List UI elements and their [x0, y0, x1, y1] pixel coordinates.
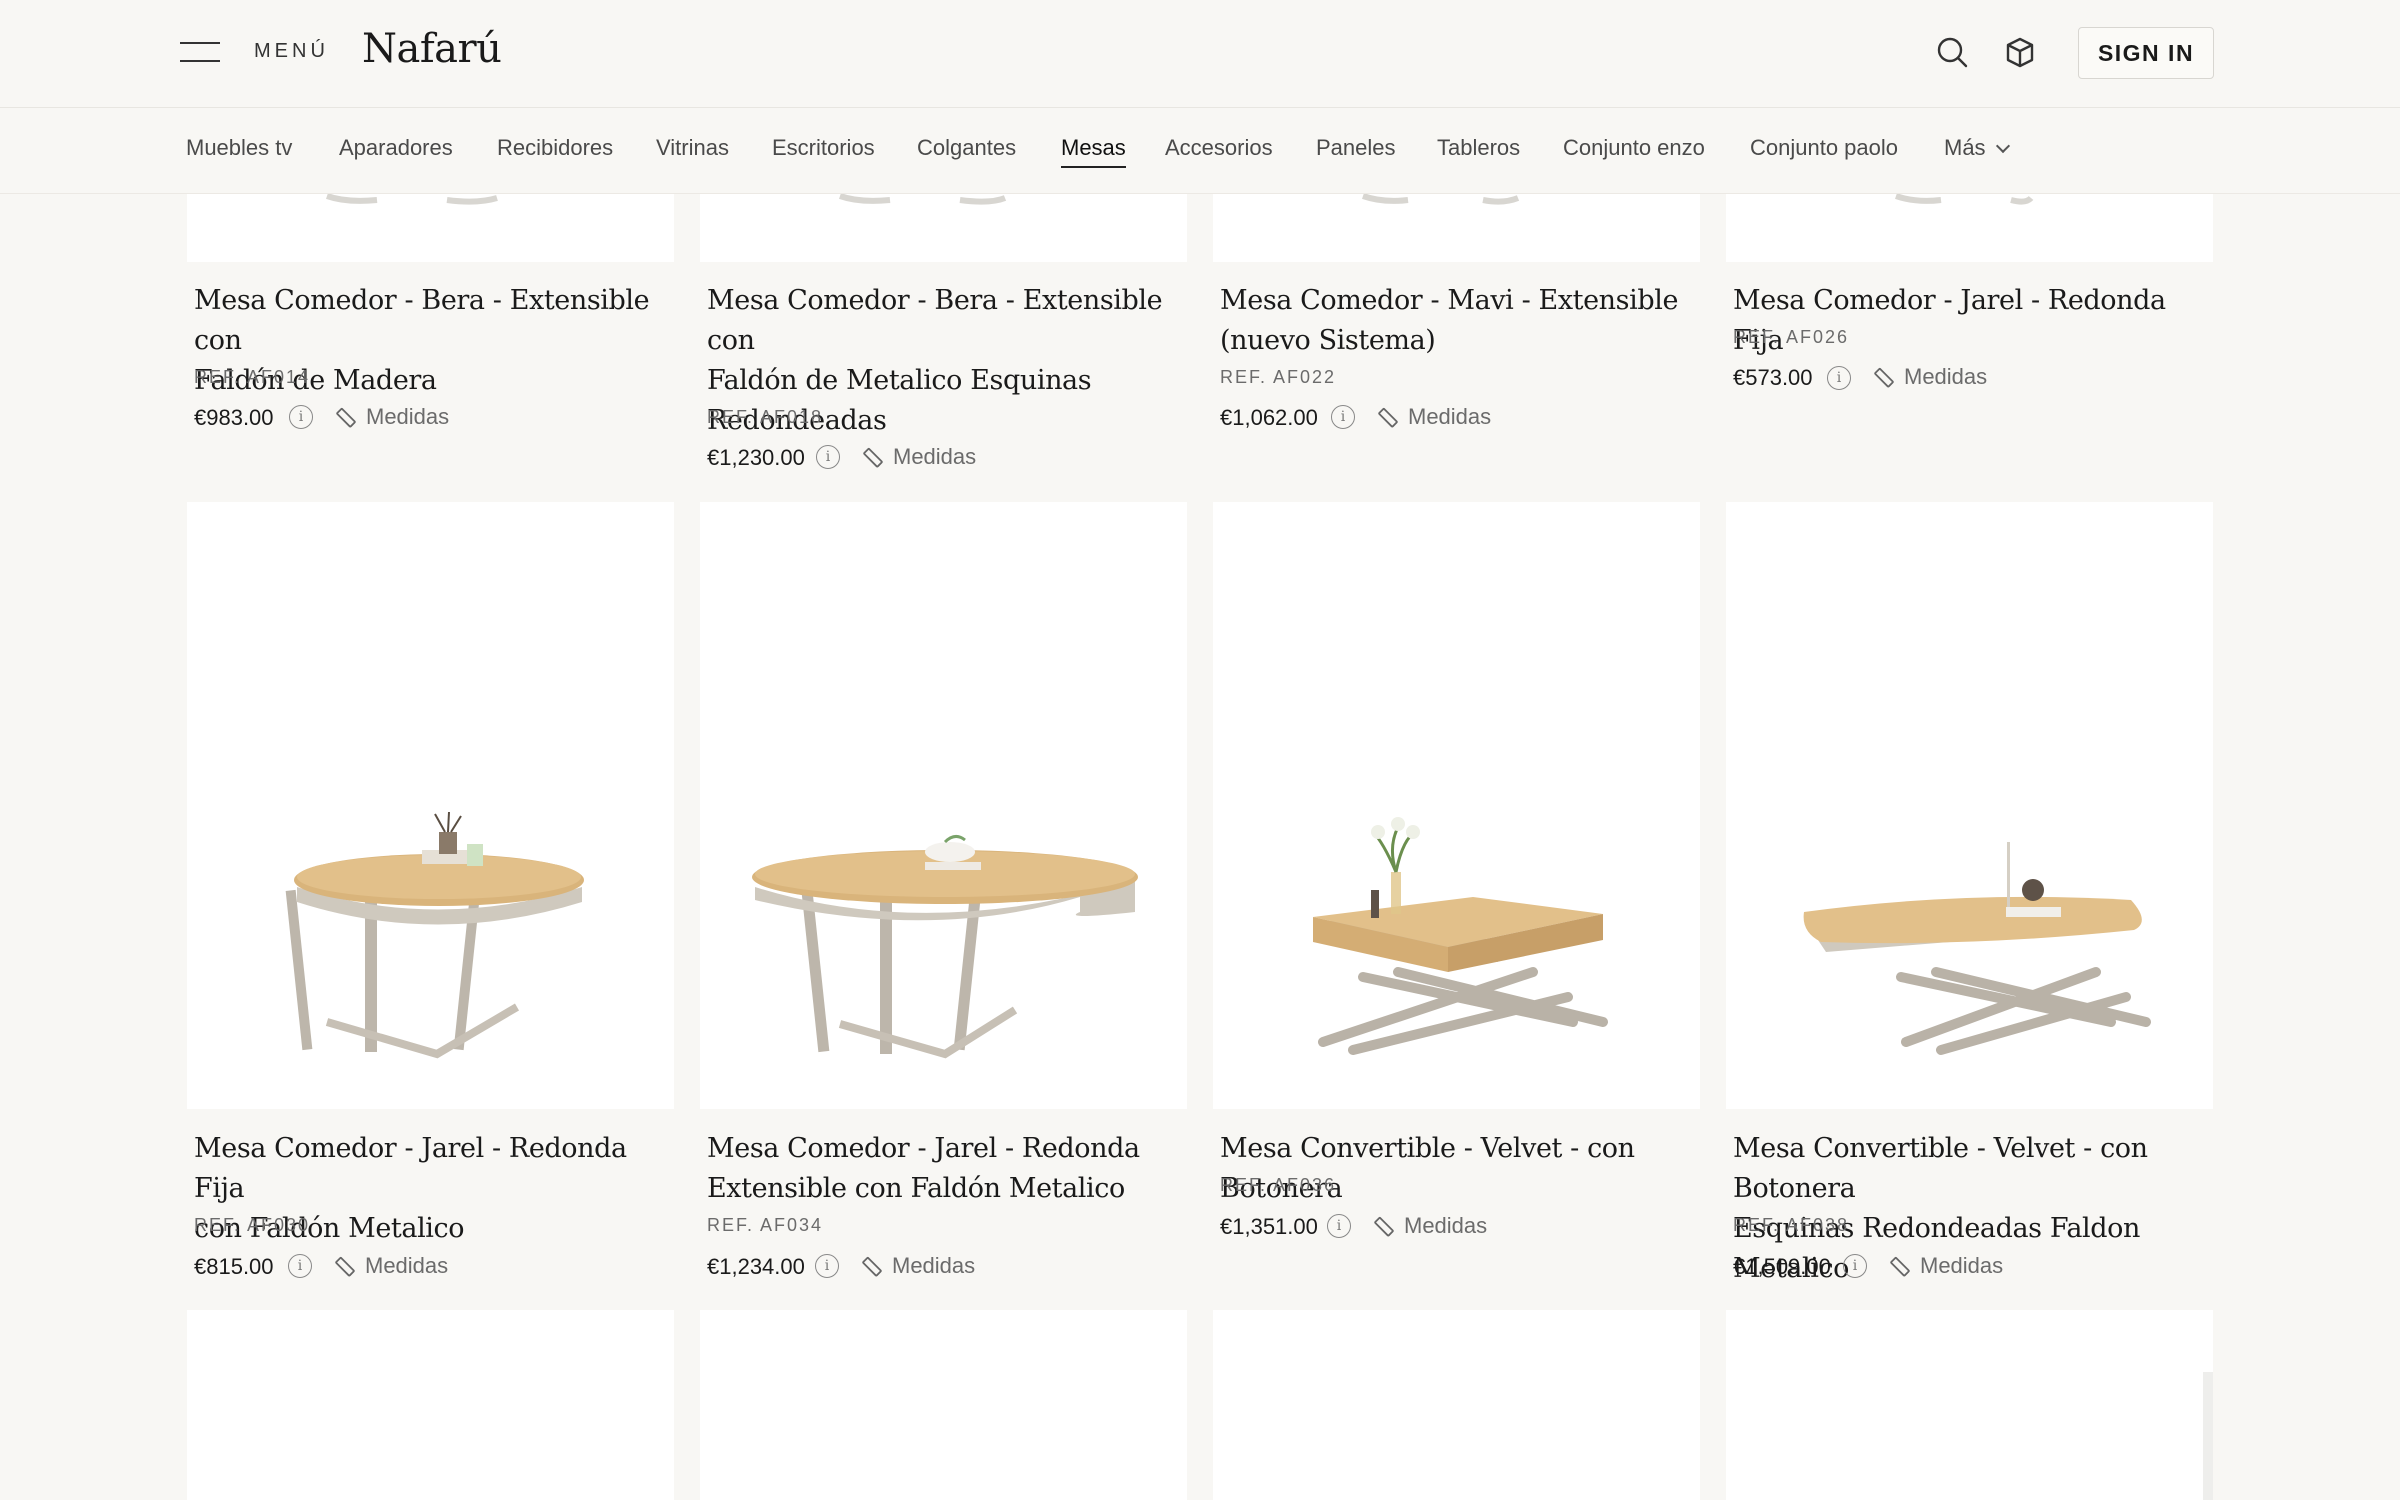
product-image[interactable] [187, 1310, 674, 1500]
nav-conjunto-enzo[interactable]: Conjunto enzo [1563, 135, 1705, 161]
product-ref: REF. AF014 [194, 367, 311, 387]
medidas-link[interactable]: Medidas [860, 1253, 975, 1279]
info-icon[interactable]: i [816, 445, 840, 469]
medidas-link[interactable]: Medidas [334, 404, 449, 430]
product-image[interactable] [1213, 502, 1700, 1109]
product-ref: REF. AF022 [1220, 367, 1337, 387]
product-title[interactable]: Mesa Comedor - Mavi - Extensible (nuevo S… [1220, 281, 1710, 361]
info-icon[interactable]: i [289, 405, 313, 429]
menu-icon[interactable] [180, 40, 220, 66]
ruler-icon [335, 1257, 355, 1277]
product-image[interactable] [1726, 502, 2213, 1109]
nav-muebles-tv[interactable]: Muebles tv [186, 135, 292, 161]
menu-label[interactable]: MENÚ [254, 40, 329, 63]
product-price: €1,509.00 [1733, 1254, 1831, 1279]
category-nav: Muebles tv Aparadores Recibidores Vitrin… [0, 108, 2400, 194]
product-ref: REF. AF026 [1733, 327, 1850, 347]
site-header: MENÚ Nafarú SIGN IN [0, 0, 2400, 108]
info-icon[interactable]: i [1843, 1254, 1867, 1278]
product-image[interactable] [700, 1310, 1187, 1500]
info-icon[interactable]: i [1331, 405, 1355, 429]
info-icon[interactable]: i [1327, 1214, 1351, 1238]
medidas-link[interactable]: Medidas [1376, 404, 1491, 430]
nav-colgantes[interactable]: Colgantes [917, 135, 1016, 161]
ruler-icon [336, 408, 356, 428]
ruler-icon [863, 448, 883, 468]
medidas-link[interactable]: Medidas [1872, 364, 1987, 390]
product-title[interactable]: Mesa Convertible - Velvet - con Botonera [1220, 1129, 1710, 1209]
info-icon[interactable]: i [288, 1254, 312, 1278]
product-price: €983.00 [194, 405, 274, 430]
product-price: €1,062.00 [1220, 405, 1318, 430]
medidas-link[interactable]: Medidas [333, 1253, 448, 1279]
nav-more[interactable]: Más [1944, 135, 2010, 161]
nav-tableros[interactable]: Tableros [1437, 135, 1520, 161]
product-ref: REF. AF030 [194, 1215, 311, 1235]
chevron-down-icon [1995, 138, 2010, 154]
nav-mesas[interactable]: Mesas [1061, 135, 1126, 161]
info-icon[interactable]: i [1827, 366, 1851, 390]
nav-vitrinas[interactable]: Vitrinas [656, 135, 729, 161]
medidas-link[interactable]: Medidas [1372, 1213, 1487, 1239]
product-image[interactable] [1213, 1310, 1700, 1500]
ruler-icon [1890, 1257, 1910, 1277]
product-price: €1,230.00 [707, 445, 805, 470]
product-image[interactable] [700, 502, 1187, 1109]
medidas-link[interactable]: Medidas [1888, 1253, 2003, 1279]
product-ref: REF. AF034 [707, 1215, 824, 1235]
cube-icon[interactable] [2001, 34, 2039, 72]
image-edge [2203, 1372, 2213, 1500]
sign-in-button[interactable]: SIGN IN [2078, 27, 2214, 79]
product-price: €815.00 [194, 1254, 274, 1279]
product-price: €1,351.00 [1220, 1214, 1318, 1239]
nav-aparadores[interactable]: Aparadores [339, 135, 453, 161]
nav-escritorios[interactable]: Escritorios [772, 135, 875, 161]
product-title[interactable]: Mesa Comedor - Jarel - Redonda Fija [1733, 281, 2223, 361]
product-image[interactable] [1726, 1310, 2213, 1500]
info-icon[interactable]: i [815, 1254, 839, 1278]
ruler-icon [1374, 1217, 1394, 1237]
product-image[interactable] [187, 502, 674, 1109]
nav-recibidores[interactable]: Recibidores [497, 135, 613, 161]
product-ref: REF. AF038 [1733, 1215, 1850, 1235]
nav-accesorios[interactable]: Accesorios [1165, 135, 1273, 161]
ruler-icon [1378, 408, 1398, 428]
ruler-icon [1874, 368, 1894, 388]
nav-paneles[interactable]: Paneles [1316, 135, 1396, 161]
site-logo[interactable]: Nafarú [362, 26, 502, 72]
product-price: €1,234.00 [707, 1254, 805, 1279]
ruler-icon [862, 1257, 882, 1277]
product-ref: REF. AF036 [1220, 1175, 1337, 1195]
nav-conjunto-paolo[interactable]: Conjunto paolo [1750, 135, 1898, 161]
product-price: €573.00 [1733, 365, 1813, 390]
product-ref: REF. AF018 [707, 407, 824, 427]
product-title[interactable]: Mesa Comedor - Jarel - Redonda Extensible… [707, 1129, 1197, 1209]
active-tab-underline [1061, 166, 1126, 168]
search-icon[interactable] [1934, 34, 1972, 72]
medidas-link[interactable]: Medidas [861, 444, 976, 470]
nav-more-label: Más [1944, 135, 1986, 160]
